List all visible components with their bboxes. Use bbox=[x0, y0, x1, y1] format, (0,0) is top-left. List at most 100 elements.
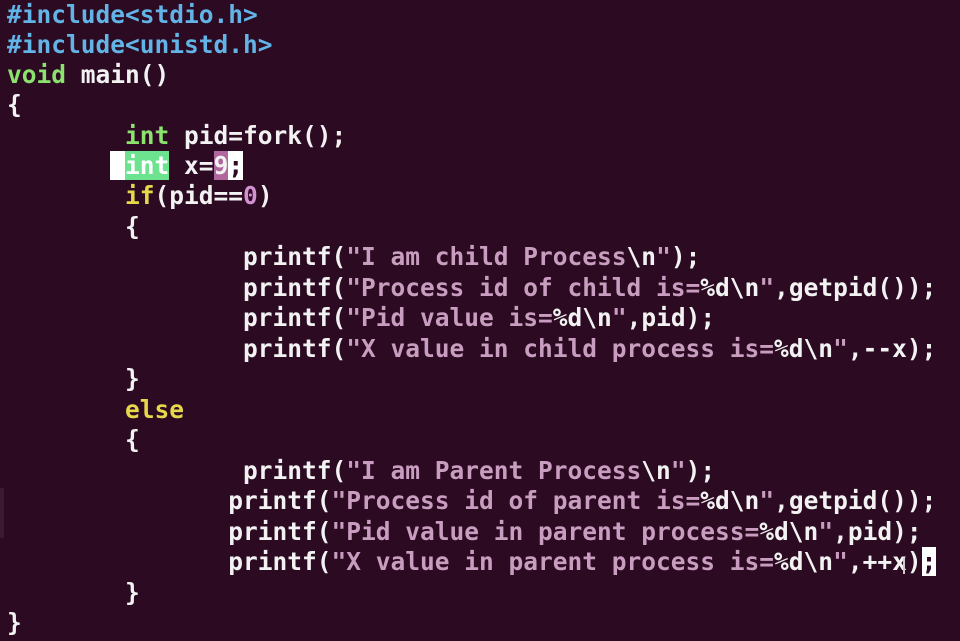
function-call: printf( bbox=[243, 303, 347, 332]
code-line-17[interactable]: printf("Process id of parent is=%d\n",ge… bbox=[7, 486, 936, 516]
close-brace: } bbox=[7, 364, 140, 393]
string-literal: "X value in child process is= bbox=[346, 334, 775, 363]
code-line-11[interactable]: printf("Pid value is=%d\n",pid); bbox=[7, 303, 715, 333]
code-line-7[interactable]: if(pid==0) bbox=[7, 181, 273, 211]
string-literal: "I am Parent Process bbox=[346, 456, 642, 485]
open-brace: { bbox=[7, 90, 22, 119]
header-name: <unistd.h> bbox=[125, 30, 273, 59]
ibeam-cursor-icon bbox=[903, 558, 911, 574]
function-call: printf( bbox=[228, 547, 332, 576]
string-literal: "Process id of parent is= bbox=[331, 486, 701, 515]
open-brace: { bbox=[7, 425, 140, 454]
control-keyword: else bbox=[125, 395, 185, 424]
string-quote: " bbox=[611, 303, 627, 332]
format-specifier: %d\n bbox=[759, 517, 819, 546]
text-cursor: ; bbox=[921, 547, 937, 576]
string-quote: " bbox=[759, 486, 775, 515]
close-paren: ) bbox=[257, 181, 273, 210]
code-line-10[interactable]: printf("Process id of child is=%d\n",get… bbox=[7, 273, 936, 303]
code-line-1[interactable]: #include<stdio.h> bbox=[7, 0, 258, 30]
code-line-15[interactable]: { bbox=[7, 425, 140, 455]
type-keyword: int bbox=[125, 121, 170, 150]
include-directive: #include bbox=[7, 30, 126, 59]
statement-end: ,--x); bbox=[847, 334, 937, 363]
semicolon: ; bbox=[228, 151, 244, 180]
function-call: printf( bbox=[228, 486, 332, 515]
format-specifier: %d\n bbox=[552, 303, 612, 332]
statement-text: x= bbox=[169, 151, 214, 180]
statement-end: ); bbox=[670, 242, 701, 271]
close-brace: } bbox=[7, 608, 22, 637]
escape-sequence: \n bbox=[641, 456, 671, 485]
code-line-21[interactable]: } bbox=[7, 608, 22, 638]
scroll-indicator bbox=[0, 488, 4, 538]
string-quote: " bbox=[759, 273, 775, 302]
function-call: printf( bbox=[228, 517, 332, 546]
type-keyword: void bbox=[7, 60, 67, 89]
escape-sequence: \n bbox=[626, 242, 657, 271]
code-line-19[interactable]: printf("X value in parent process is=%d\… bbox=[7, 547, 937, 577]
statement-end: ,getpid()); bbox=[774, 486, 937, 515]
statement-text: pid=fork(); bbox=[169, 121, 347, 150]
code-line-3[interactable]: void main() bbox=[7, 60, 169, 90]
format-specifier: %d\n bbox=[774, 334, 834, 363]
function-signature: main() bbox=[66, 60, 170, 89]
code-line-16[interactable]: printf("I am Parent Process\n"); bbox=[7, 456, 715, 486]
string-quote: " bbox=[670, 456, 686, 485]
statement-end: ,getpid()); bbox=[774, 273, 937, 302]
statement-end: ,pid); bbox=[626, 303, 716, 332]
code-line-4[interactable]: { bbox=[7, 90, 22, 120]
code-line-2[interactable]: #include<unistd.h> bbox=[7, 30, 273, 60]
type-keyword: int bbox=[125, 151, 170, 180]
statement-end: ,pid); bbox=[833, 517, 922, 546]
code-line-18[interactable]: printf("Pid value in parent process=%d\n… bbox=[7, 517, 922, 547]
close-brace: } bbox=[7, 578, 140, 607]
format-specifier: %d\n bbox=[700, 273, 760, 302]
format-specifier: %d\n bbox=[774, 547, 834, 576]
statement-end: ); bbox=[685, 456, 716, 485]
string-literal: "I am child Process bbox=[346, 242, 627, 271]
open-brace: { bbox=[7, 212, 140, 241]
number-literal: 0 bbox=[243, 181, 258, 210]
string-literal: "Pid value is= bbox=[346, 303, 553, 332]
string-quote: " bbox=[833, 547, 848, 576]
code-line-9[interactable]: printf("I am child Process\n"); bbox=[7, 242, 700, 272]
code-line-13[interactable]: } bbox=[7, 364, 140, 394]
function-call: printf( bbox=[243, 242, 347, 271]
include-directive: #include bbox=[7, 0, 126, 29]
string-quote: " bbox=[833, 334, 848, 363]
code-line-5[interactable]: int pid=fork(); bbox=[7, 121, 346, 151]
selection-space bbox=[110, 151, 126, 180]
code-line-6-selected[interactable]: int x=9; bbox=[7, 151, 244, 181]
string-quote: " bbox=[818, 517, 834, 546]
code-line-20[interactable]: } bbox=[7, 578, 140, 608]
code-line-14[interactable]: else bbox=[7, 395, 184, 425]
string-literal: "X value in parent process is= bbox=[331, 547, 775, 576]
string-literal: "Pid value in parent process= bbox=[331, 517, 760, 546]
code-line-8[interactable]: { bbox=[7, 212, 140, 242]
code-line-12[interactable]: printf("X value in child process is=%d\n… bbox=[7, 334, 936, 364]
control-keyword: if bbox=[125, 181, 155, 210]
function-call: printf( bbox=[243, 456, 347, 485]
header-name: <stdio.h> bbox=[125, 0, 258, 29]
condition-text: (pid== bbox=[154, 181, 244, 210]
number-literal: 9 bbox=[213, 151, 229, 180]
code-editor[interactable]: #include<stdio.h> #include<unistd.h> voi… bbox=[0, 0, 960, 641]
function-call: printf( bbox=[243, 334, 347, 363]
string-literal: "Process id of child is= bbox=[346, 273, 701, 302]
format-specifier: %d\n bbox=[700, 486, 760, 515]
function-call: printf( bbox=[243, 273, 347, 302]
string-quote: " bbox=[656, 242, 671, 271]
